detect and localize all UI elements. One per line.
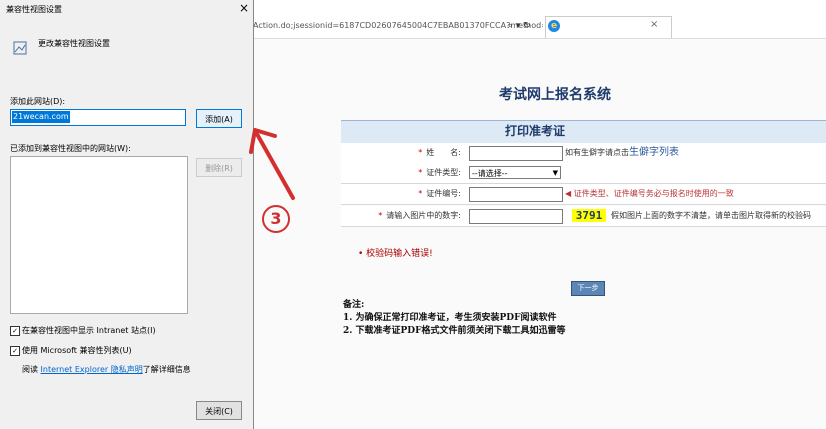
site-title: 考试网上报名系统: [499, 87, 611, 103]
close-icon[interactable]: ×: [239, 1, 249, 15]
ie-icon: e: [548, 20, 560, 32]
form-row-id-type: * 证件类型: --请选择-- ▼: [341, 163, 826, 184]
name-input[interactable]: [469, 146, 563, 161]
remove-button[interactable]: 删除(R): [196, 158, 242, 177]
note-item: 1. 为确保正常打印准考证，考生须安装PDF阅读软件: [343, 313, 557, 323]
next-button[interactable]: 下一步: [571, 281, 605, 296]
bullet-icon: •: [358, 249, 367, 259]
required-star: *: [418, 189, 423, 198]
intranet-checkbox-label[interactable]: 在兼容性视图中显示 Intranet 站点(I): [22, 325, 156, 336]
close-button[interactable]: 关闭(C): [196, 401, 242, 420]
captcha-label: 请输入图片中的数字:: [386, 211, 461, 220]
notes-title: 备注:: [343, 300, 365, 310]
warning-icon: ◀: [565, 189, 574, 198]
dialog-title: 兼容性视图设置: [6, 5, 62, 14]
chevron-down-icon: ▼: [552, 169, 558, 177]
required-star: *: [418, 148, 423, 157]
privacy-text: 阅读 Internet Explorer 隐私声明了解详细信息: [22, 365, 191, 374]
form-row-id-no: * 证件编号: ◀ 证件类型、证件编号务必与报名时使用的一致: [341, 184, 826, 205]
id-no-input[interactable]: [469, 187, 563, 202]
required-star: *: [378, 211, 383, 220]
name-label: 姓 名:: [426, 148, 461, 157]
id-type-select[interactable]: --请选择-- ▼: [469, 166, 561, 179]
tab-close-icon[interactable]: ×: [650, 19, 658, 30]
captcha-note: 假如图片上面的数字不清楚，请单击图片取得新的校验码: [611, 211, 811, 220]
address-bar[interactable]: Action.do;jsessionid=6187CD02607645004C7…: [253, 15, 543, 37]
add-button[interactable]: 添加(A): [196, 109, 242, 128]
form-row-name: * 姓 名: 如有生僻字请点击生僻字列表: [341, 143, 826, 164]
section-header: 打印准考证: [504, 124, 565, 138]
notes: 备注: 1. 为确保正常打印准考证，考生须安装PDF阅读软件 2. 下载准考证P…: [343, 299, 566, 338]
rare-char-link[interactable]: 生僻字列表: [629, 147, 679, 158]
sites-list-label: 已添加到兼容性视图中的网站(W):: [10, 144, 131, 153]
address-bar-icons[interactable]: ⌕ ▾ ↻: [508, 15, 531, 37]
ms-list-checkbox-label[interactable]: 使用 Microsoft 兼容性列表(U): [22, 345, 132, 356]
privacy-link[interactable]: Internet Explorer 隐私声明: [41, 365, 143, 374]
id-no-label: 证件编号:: [426, 189, 461, 198]
intranet-checkbox[interactable]: ✓: [10, 326, 20, 336]
form-row-captcha: * 请输入图片中的数字: 3791 假如图片上面的数字不清楚，请单击图片取得新的校…: [341, 206, 826, 227]
compat-view-icon: [13, 41, 27, 55]
captcha-input[interactable]: [469, 209, 563, 224]
id-type-value: --请选择--: [472, 169, 508, 178]
id-type-label: 证件类型:: [426, 168, 461, 177]
add-site-value[interactable]: 21wecan.com: [12, 111, 70, 123]
add-site-label: 添加此网站(D):: [10, 97, 66, 106]
captcha-image[interactable]: 3791: [572, 209, 606, 222]
ms-list-checkbox[interactable]: ✓: [10, 346, 20, 356]
step-badge: 3: [262, 205, 290, 233]
error-message: • 校验码输入错误!: [358, 249, 433, 259]
note-item: 2. 下载准考证PDF格式文件前须关闭下载工具如迅雷等: [343, 326, 566, 336]
required-star: *: [418, 168, 423, 177]
name-note: 如有生僻字请点击: [565, 148, 629, 157]
id-no-note: ◀ 证件类型、证件编号务必与报名时使用的一致: [565, 189, 734, 198]
sites-list[interactable]: [10, 156, 188, 314]
dialog-heading: 更改兼容性视图设置: [38, 39, 110, 48]
